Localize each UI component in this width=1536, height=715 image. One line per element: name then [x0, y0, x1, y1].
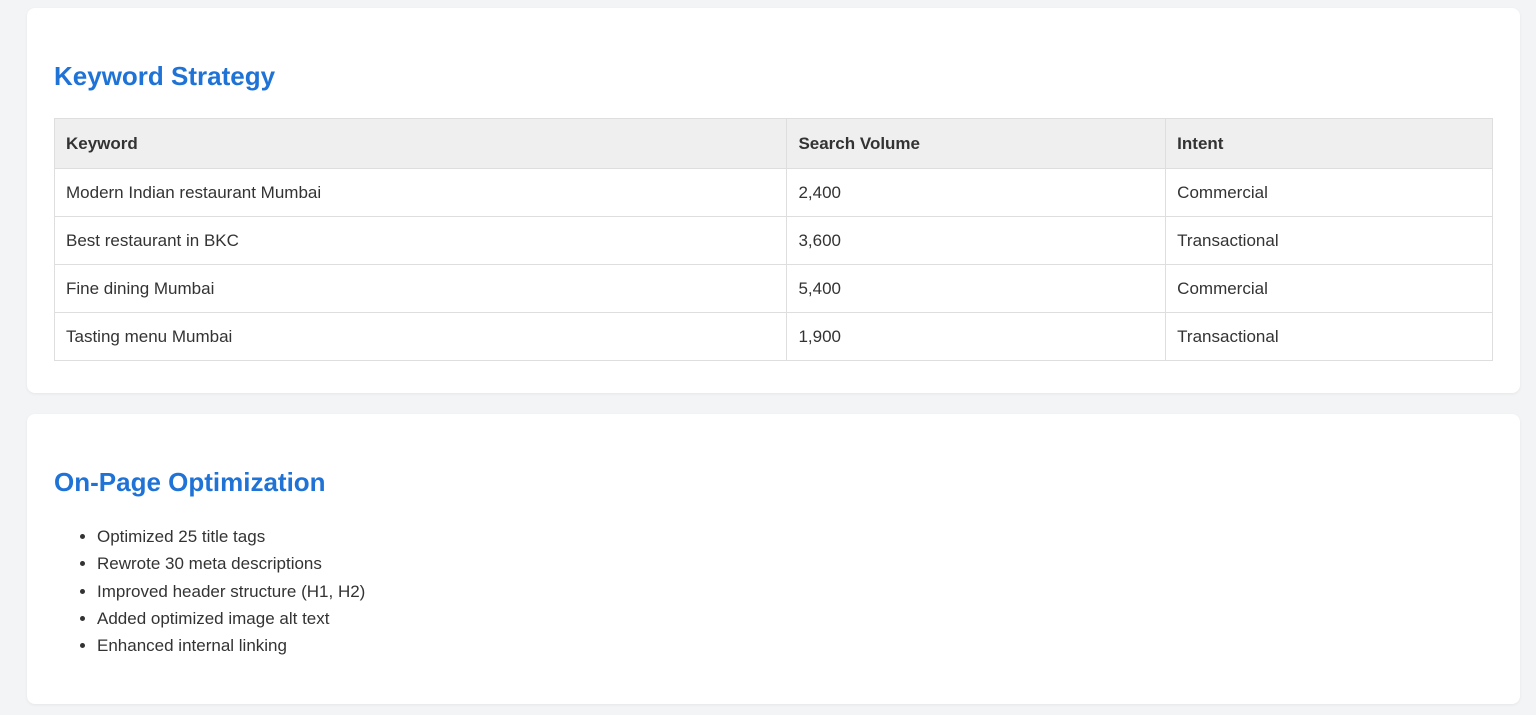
keyword-cell: Modern Indian restaurant Mumbai	[53, 168, 788, 217]
table-row: Tasting menu Mumbai 1,900 Transactional	[53, 312, 1493, 361]
onpage-optimization-list: Optimized 25 title tags Rewrote 30 meta …	[54, 523, 365, 659]
table-header-row: Keyword Search Volume Intent	[53, 118, 1493, 169]
keyword-cell: Best restaurant in BKC	[53, 216, 788, 265]
onpage-optimization-card: On-Page Optimization Optimized 25 title …	[27, 414, 1520, 704]
keyword-strategy-card: Keyword Strategy Keyword Search Volume I…	[27, 8, 1520, 393]
search-volume-cell: 2,400	[786, 168, 1167, 217]
column-header-keyword: Keyword	[53, 118, 788, 169]
keyword-cell: Fine dining Mumbai	[53, 264, 788, 313]
list-item: Enhanced internal linking	[97, 632, 365, 659]
intent-cell: Commercial	[1165, 264, 1493, 313]
list-item: Improved header structure (H1, H2)	[97, 578, 365, 605]
list-item: Added optimized image alt text	[97, 605, 365, 632]
keyword-strategy-title: Keyword Strategy	[54, 61, 276, 91]
table-row: Best restaurant in BKC 3,600 Transaction…	[53, 216, 1493, 265]
intent-cell: Commercial	[1165, 168, 1493, 217]
search-volume-cell: 5,400	[786, 264, 1167, 313]
table-row: Fine dining Mumbai 5,400 Commercial	[53, 264, 1493, 313]
column-header-search-volume: Search Volume	[786, 118, 1167, 169]
list-item: Optimized 25 title tags	[97, 523, 365, 550]
table-row: Modern Indian restaurant Mumbai 2,400 Co…	[53, 168, 1493, 217]
keyword-table: Keyword Search Volume Intent Modern Indi…	[53, 118, 1493, 361]
onpage-optimization-title: On-Page Optimization	[54, 467, 326, 497]
column-header-intent: Intent	[1165, 118, 1493, 169]
keyword-cell: Tasting menu Mumbai	[53, 312, 788, 361]
search-volume-cell: 3,600	[786, 216, 1167, 265]
list-item: Rewrote 30 meta descriptions	[97, 550, 365, 577]
intent-cell: Transactional	[1165, 312, 1493, 361]
intent-cell: Transactional	[1165, 216, 1493, 265]
search-volume-cell: 1,900	[786, 312, 1167, 361]
